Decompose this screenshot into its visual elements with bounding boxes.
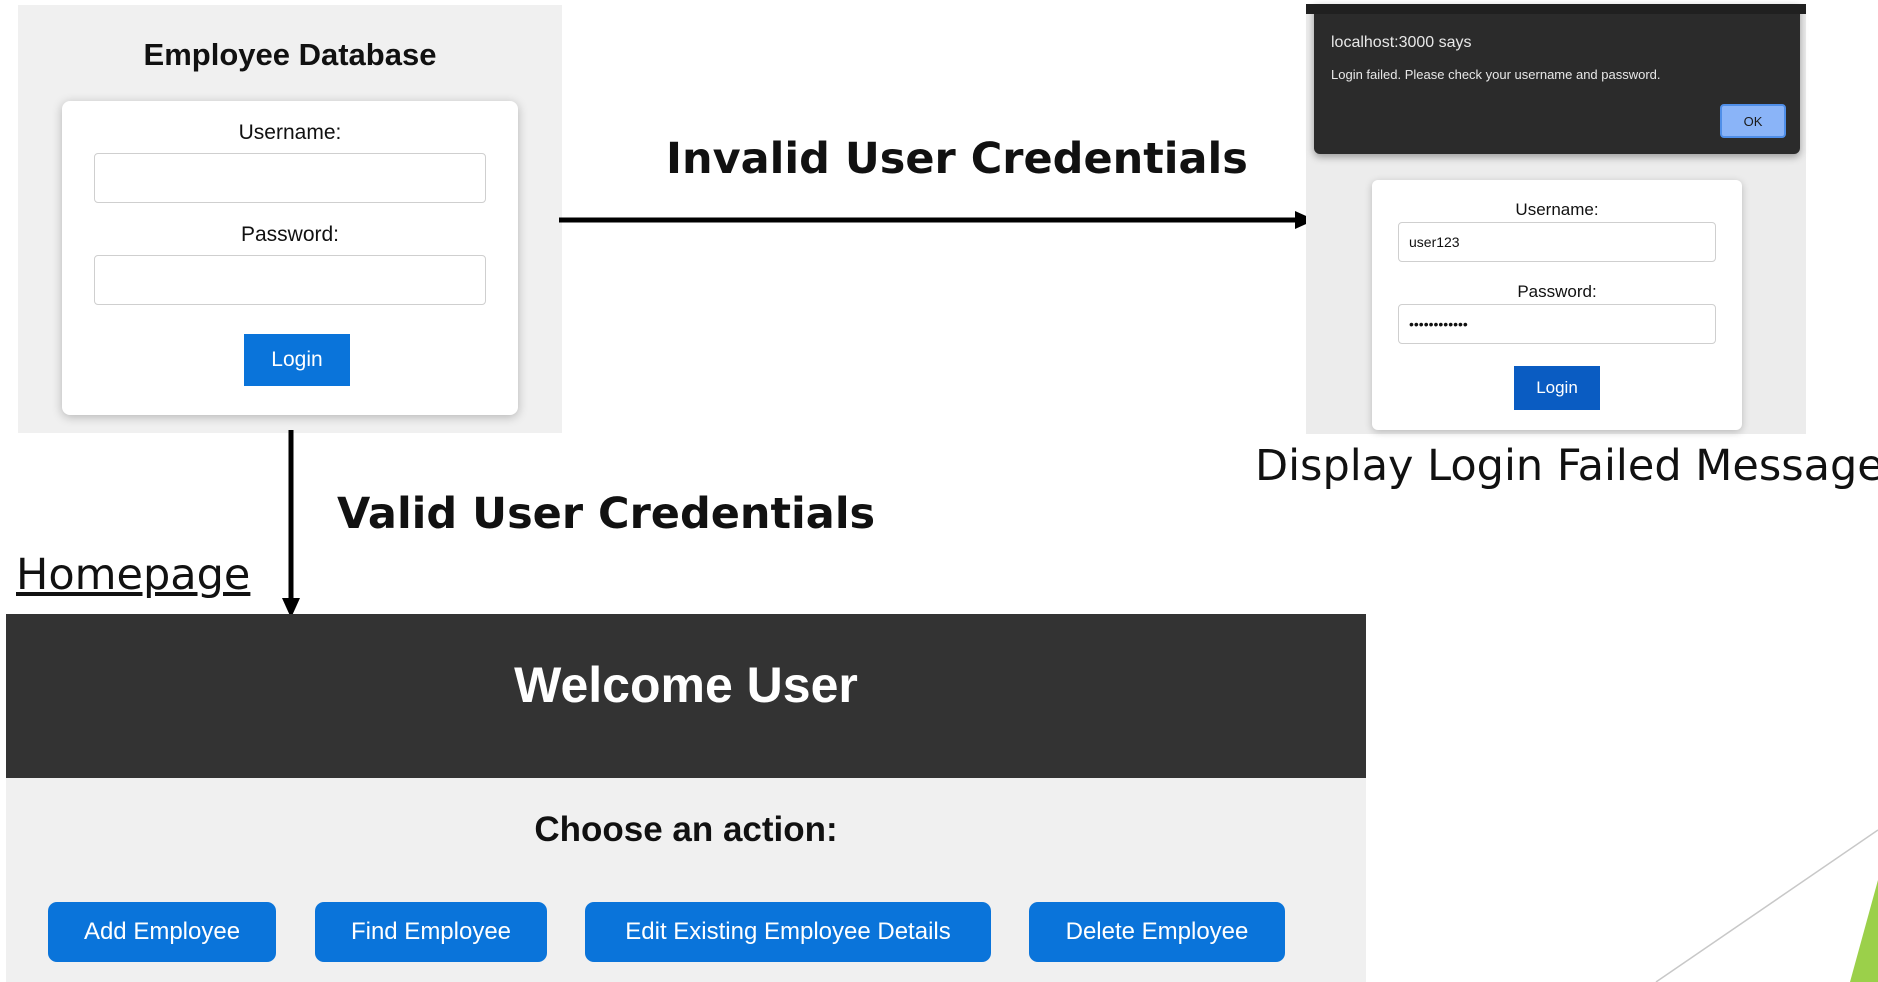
failed-login-button[interactable]: Login (1514, 366, 1600, 410)
add-employee-button[interactable]: Add Employee (48, 902, 276, 962)
password-input[interactable] (94, 255, 486, 305)
choose-action-heading: Choose an action: (534, 810, 838, 849)
find-employee-button[interactable]: Find Employee (315, 902, 547, 962)
login-failed-alert-dialog: localhost:3000 says Login failed. Please… (1306, 4, 1806, 154)
login-page-title: Employee Database (143, 37, 437, 72)
valid-credentials-label: Valid User Credentials (337, 489, 876, 539)
failed-login-screenshot: Username: Password: Login localhost:3000… (1306, 4, 1806, 434)
login-screenshot: Employee Database Username: Password: Lo… (18, 5, 562, 433)
invalid-flow-arrow (559, 211, 1315, 229)
invalid-credentials-label: Invalid User Credentials (666, 134, 1248, 184)
failed-username-label: Username: (1515, 200, 1599, 219)
failed-login-form-card: Username: Password: Login (1372, 180, 1742, 430)
alert-ok-button[interactable]: OK (1720, 104, 1786, 138)
alert-top-bar (1306, 4, 1806, 14)
failed-password-label: Password: (1517, 282, 1597, 301)
homepage-screenshot: Welcome User Choose an action: Add Emplo… (6, 614, 1366, 982)
welcome-title: Welcome User (514, 657, 858, 713)
alert-message-text: Login failed. Please check your username… (1331, 67, 1661, 82)
login-button[interactable]: Login (244, 334, 350, 386)
username-label: Username: (238, 121, 342, 144)
delete-employee-button[interactable]: Delete Employee (1029, 902, 1285, 962)
failed-username-input[interactable] (1398, 222, 1716, 262)
homepage-label: Homepage (16, 550, 251, 600)
failed-message-caption: Display Login Failed Message (1255, 441, 1878, 491)
alert-origin-text: localhost:3000 says (1331, 34, 1472, 51)
homepage-header: Welcome User (6, 614, 1366, 778)
password-label: Password: (240, 223, 340, 246)
valid-flow-arrow (282, 430, 300, 618)
decorative-accent-lines (1655, 829, 1878, 982)
edit-employee-button[interactable]: Edit Existing Employee Details (585, 902, 991, 962)
username-input[interactable] (94, 153, 486, 203)
failed-password-input[interactable] (1398, 304, 1716, 344)
login-form-card: Username: Password: Login (62, 101, 518, 415)
